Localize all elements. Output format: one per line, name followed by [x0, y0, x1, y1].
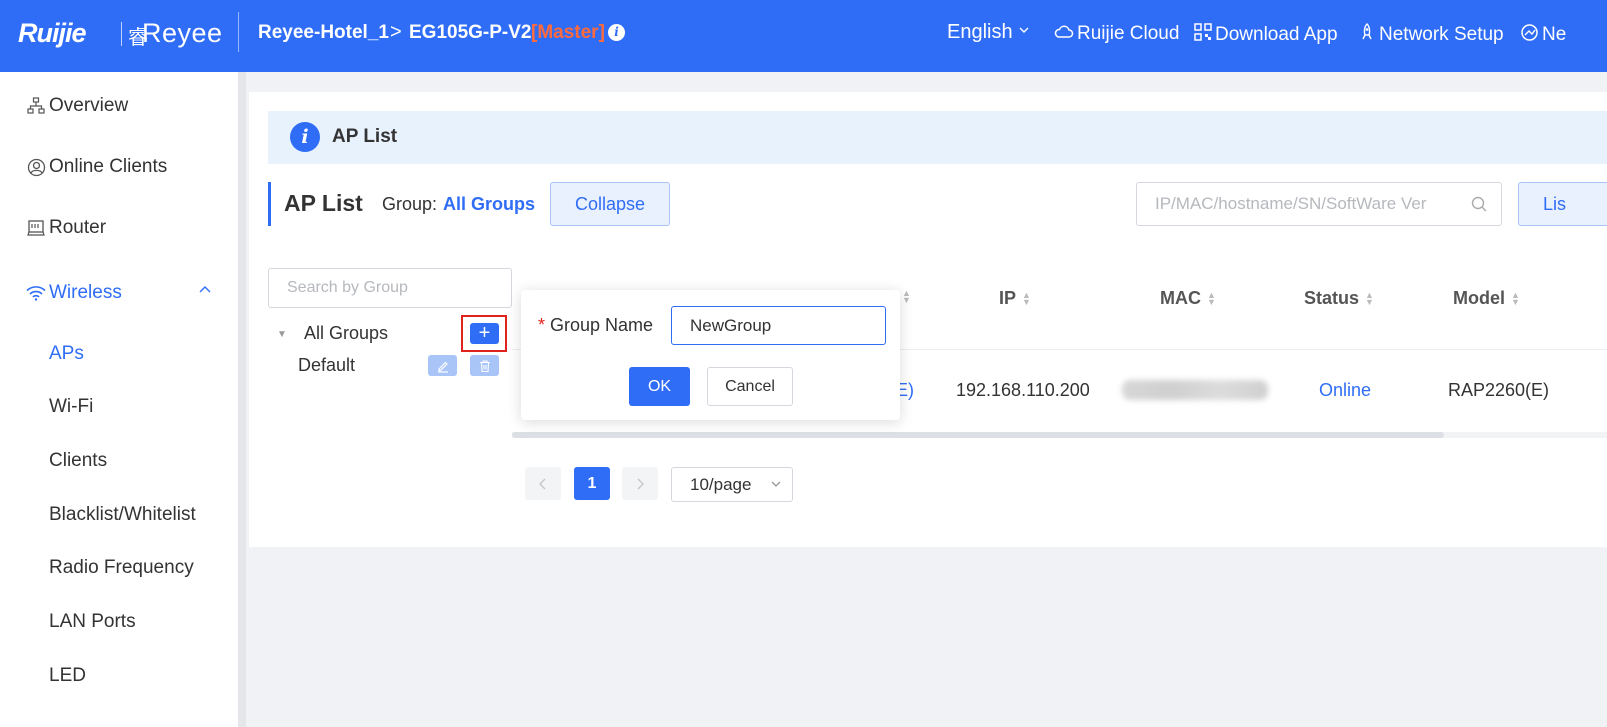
sidebar-item-online-clients[interactable]: Online Clients — [26, 156, 167, 178]
info-circle-icon: i — [290, 122, 320, 152]
breadcrumb-device[interactable]: EG105G-P-V2 — [409, 22, 532, 44]
search-icon[interactable] — [1470, 195, 1488, 213]
column-header-mac[interactable]: MAC ▲ ▼ — [1160, 288, 1216, 309]
breadcrumb-site[interactable]: Reyee-Hotel_1 — [258, 22, 389, 44]
chevron-right-icon — [637, 478, 644, 489]
router-icon — [26, 218, 46, 238]
sidebar-scroll-edge — [238, 72, 246, 727]
banner-title: AP List — [332, 126, 398, 147]
ok-button[interactable]: OK — [629, 367, 690, 406]
sidebar-item-blacklist-whitelist[interactable]: Blacklist/Whitelist — [49, 504, 196, 526]
tree-item-default[interactable]: Default — [298, 355, 355, 376]
required-mark: * — [538, 315, 546, 335]
popover-arrow — [513, 325, 521, 341]
table-cell-status: Online — [1319, 380, 1372, 400]
user-circle-icon — [26, 157, 46, 177]
logo-separator — [121, 22, 122, 46]
group-name-input[interactable] — [671, 306, 886, 345]
chevron-down-icon[interactable] — [1018, 24, 1030, 39]
network-setup-link[interactable]: Network Setup — [1358, 23, 1504, 46]
sidebar-item-radio-frequency[interactable]: Radio Frequency — [49, 557, 194, 579]
column-header-ip[interactable]: IP ▲ ▼ — [999, 288, 1031, 309]
rocket-icon — [1358, 23, 1376, 46]
master-badge: [Master] — [531, 22, 605, 43]
page-number-current[interactable]: 1 — [574, 467, 610, 500]
table-cell-ip: 192.168.110.200 — [956, 380, 1090, 400]
sidebar-item-aps[interactable]: APs — [49, 343, 84, 365]
page-title: AP List — [284, 190, 363, 216]
qr-code-icon — [1194, 23, 1212, 46]
download-app-link[interactable]: Download App — [1194, 23, 1338, 46]
sidebar-item-wifi[interactable]: Wi-Fi — [49, 396, 93, 418]
next-page-button[interactable] — [622, 467, 658, 500]
sidebar-item-wireless[interactable]: Wireless — [26, 282, 122, 304]
collapse-button[interactable]: Collapse — [550, 182, 670, 226]
cancel-button[interactable]: Cancel — [707, 367, 793, 406]
delete-group-button[interactable] — [470, 355, 499, 376]
top-header: Ruijie 睿 Reyee Reyee-Hotel_1 > EG105G-P-… — [0, 0, 1607, 72]
ap-search-input[interactable] — [1136, 182, 1502, 226]
sidebar-item-led[interactable]: LED — [49, 665, 86, 687]
header-divider — [238, 12, 239, 52]
add-group-button[interactable]: + — [470, 323, 499, 344]
sidebar-item-lan-ports[interactable]: LAN Ports — [49, 611, 136, 633]
network-link-partial[interactable]: Ne — [1520, 23, 1566, 47]
ruijie-cloud-link[interactable]: Ruijie Cloud — [1054, 23, 1179, 45]
sort-icon[interactable]: ▲ ▼ — [1365, 290, 1374, 306]
edit-icon — [437, 361, 448, 373]
group-value: All Groups — [443, 194, 536, 214]
info-icon[interactable]: i — [608, 24, 625, 41]
sort-icon[interactable]: ▲ ▼ — [1511, 290, 1520, 306]
sort-icon[interactable]: ▲ ▼ — [902, 289, 911, 305]
reyee-logo: Reyee — [142, 18, 223, 48]
sidebar-item-overview[interactable]: Overview — [26, 95, 128, 117]
sidebar-item-router[interactable]: Router — [26, 217, 106, 239]
list-button[interactable]: Lis — [1518, 182, 1607, 226]
group-name-label: * Group Name — [538, 315, 654, 335]
caret-down-icon[interactable]: ▼ — [277, 329, 287, 340]
ruijie-logo: Ruijie — [18, 18, 87, 48]
topology-icon — [26, 96, 46, 116]
column-header-model[interactable]: Model ▲ ▼ — [1453, 288, 1520, 309]
chevron-left-icon — [539, 478, 546, 489]
sidebar-item-clients[interactable]: Clients — [49, 450, 107, 472]
group-search-input[interactable] — [268, 268, 512, 308]
network-icon — [1520, 23, 1539, 47]
cloud-icon — [1054, 24, 1074, 45]
prev-page-button[interactable] — [525, 467, 561, 500]
sort-icon[interactable]: ▲ ▼ — [1207, 290, 1216, 306]
title-accent-bar — [268, 182, 271, 226]
table-cell-mac-redacted — [1122, 380, 1268, 400]
info-banner — [268, 111, 1607, 164]
scrollbar-thumb[interactable] — [512, 432, 1444, 438]
edit-group-button[interactable] — [428, 355, 457, 376]
group-label: Group: — [382, 194, 438, 214]
language-selector[interactable]: English — [947, 21, 1013, 44]
trash-icon — [479, 359, 490, 372]
column-header-status[interactable]: Status ▲ ▼ — [1304, 288, 1374, 309]
table-cell-model: RAP2260(E) — [1448, 380, 1550, 400]
wifi-icon — [26, 283, 46, 303]
sort-icon[interactable]: ▲ ▼ — [1022, 290, 1031, 306]
chevron-down-icon[interactable] — [770, 477, 782, 489]
breadcrumb-separator: > — [390, 21, 402, 43]
tree-item-all-groups[interactable]: All Groups — [304, 323, 388, 344]
chevron-up-icon[interactable] — [198, 283, 212, 299]
